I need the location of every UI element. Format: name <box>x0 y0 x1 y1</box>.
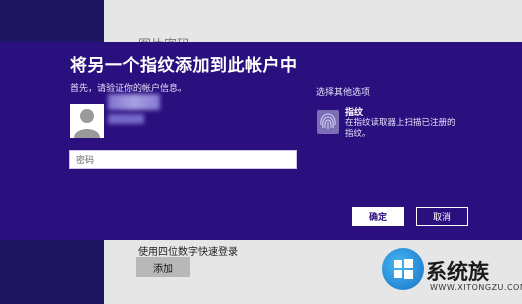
verify-prompt: 首先，请验证你的帐户信息。 <box>70 84 188 94</box>
user-avatar-icon <box>70 104 104 138</box>
fingerprint-option-description: 在指纹读取器上扫描已注册的指纹。 <box>345 118 456 139</box>
ok-button[interactable]: 确定 <box>352 207 404 226</box>
add-pin-button[interactable]: 添加 <box>136 257 190 277</box>
cancel-button[interactable]: 取消 <box>416 207 468 226</box>
dialog-title: 将另一个指纹添加到此帐户中 <box>70 56 298 76</box>
password-input[interactable]: 密码 <box>69 150 297 169</box>
fingerprint-icon[interactable] <box>317 110 339 134</box>
watermark-text: 系统族 <box>426 260 489 284</box>
watermark-url: WWW.XITONGZU.COM <box>430 283 522 292</box>
password-placeholder: 密码 <box>76 156 95 166</box>
fingerprint-option-title[interactable]: 指纹 <box>345 105 363 118</box>
add-fingerprint-dialog: 将另一个指纹添加到此帐户中 首先，请验证你的帐户信息。 密码 选择其他选项 指纹… <box>0 42 522 240</box>
pin-login-label: 使用四位数字快速登录 <box>138 247 238 258</box>
blurred-account-email <box>108 114 144 124</box>
other-options-label: 选择其他选项 <box>316 88 371 98</box>
windows-logo-icon <box>382 248 424 290</box>
blurred-account-name <box>108 94 160 110</box>
